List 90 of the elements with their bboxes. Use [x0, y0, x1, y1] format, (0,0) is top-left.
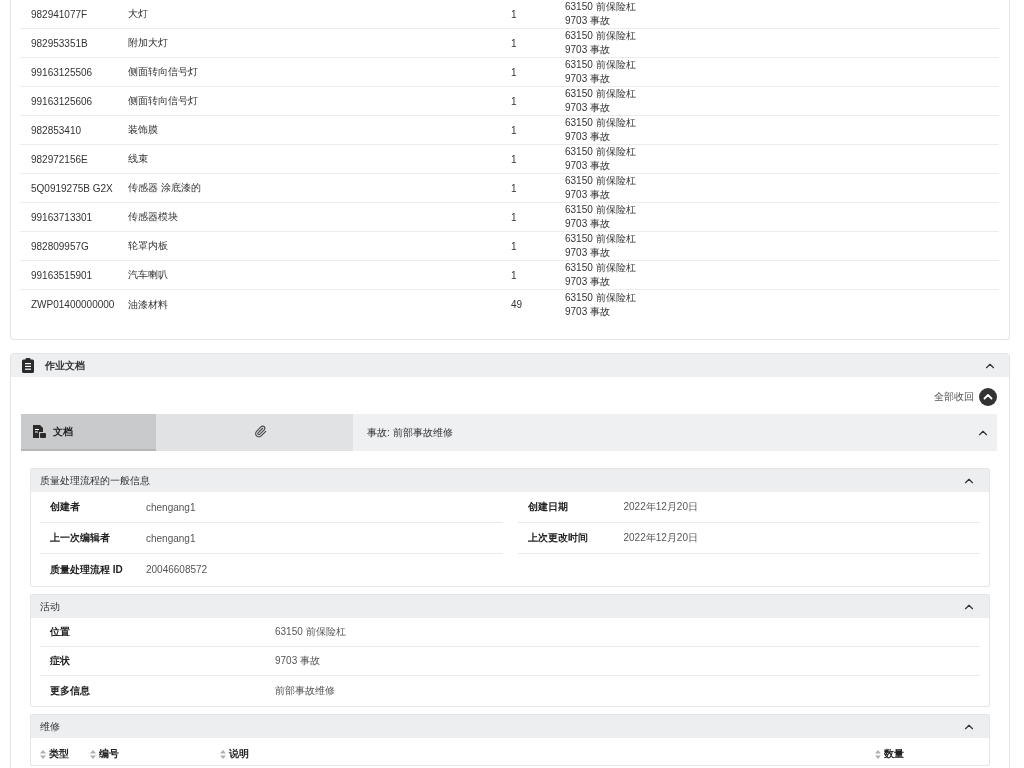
- table-cell-text: 油漆材料: [127, 297, 168, 312]
- table-cell-text: 1: [510, 240, 517, 252]
- panel-title: 维修: [40, 719, 60, 734]
- table-cell-text: 1: [510, 95, 517, 107]
- field-value: 9703 事故: [275, 654, 321, 668]
- table-cell-text: 传感器模块: [127, 210, 178, 224]
- collapse-all-button[interactable]: 全部收回: [934, 388, 997, 406]
- table-cell-text: 1: [510, 66, 517, 78]
- table-cell-text: 1: [510, 124, 517, 136]
- table-cell-text: 侧面转向信号灯: [127, 94, 198, 108]
- field-value: chengang1: [146, 532, 196, 544]
- table-cell-text: 982972156E: [30, 153, 88, 165]
- document-tab[interactable]: 文档: [21, 414, 156, 451]
- field-label: 症状: [50, 654, 70, 668]
- table-cell-text: 99163125506: [30, 66, 93, 78]
- column-header[interactable]: 说明: [220, 747, 249, 761]
- symptom-text: 9703 事故: [565, 188, 611, 202]
- sort-icon: [875, 749, 881, 759]
- symptom-text: 9703 事故: [565, 246, 611, 260]
- field-label: 创建日期: [527, 500, 568, 514]
- field-value: 2022年12月20日: [623, 500, 698, 514]
- table-cell-text: 982809957G: [30, 240, 89, 252]
- table-cell-text: 982853410: [30, 124, 82, 136]
- table-cell-text: 99163125606: [30, 95, 93, 107]
- symptom-text: 9703 事故: [565, 72, 611, 86]
- location-text: 63150 前保险杠: [565, 174, 636, 188]
- symptom-text: 9703 事故: [565, 43, 611, 57]
- field-label: 位置: [50, 625, 70, 639]
- document-icon: [33, 425, 46, 438]
- symptom-text: 9703 事故: [565, 130, 611, 144]
- table-cell-text: 附加大灯: [127, 36, 168, 50]
- symptom-text: 9703 事故: [565, 159, 611, 173]
- table-cell-text: 1: [510, 153, 517, 165]
- location-text: 63150 前保险杠: [565, 145, 636, 159]
- field-label: 质量处理流程 ID: [50, 562, 123, 577]
- symptom-text: 9703 事故: [565, 14, 611, 28]
- panel-title: 活动: [40, 599, 60, 614]
- table-cell-text: 装饰膜: [127, 123, 158, 137]
- field-label: 上一次编辑者: [50, 531, 110, 545]
- table-cell-text: 982953351B: [30, 37, 88, 49]
- location-text: 63150 前保险杠: [565, 261, 636, 275]
- panel-title: 质量处理流程的一般信息: [40, 473, 150, 488]
- table-cell-text: 1: [510, 37, 517, 49]
- field-value: 20046608572: [146, 564, 208, 575]
- location-text: 63150 前保险杠: [565, 116, 636, 130]
- table-cell-text: 传感器 涂底漆的: [127, 181, 201, 195]
- table-cell-text: 99163713301: [30, 211, 93, 223]
- field-value: chengang1: [146, 501, 196, 513]
- table-cell-text: 1: [510, 8, 517, 20]
- location-text: 63150 前保险杠: [565, 87, 636, 101]
- symptom-text: 9703 事故: [565, 101, 611, 115]
- table-cell-text: 轮罩内板: [127, 239, 168, 253]
- table-cell-text: 99163515901: [30, 269, 93, 281]
- table-cell-text: 1: [510, 269, 517, 281]
- field-label: 更多信息: [50, 683, 90, 698]
- location-text: 63150 前保险杠: [565, 0, 636, 14]
- table-cell-text: 大灯: [127, 7, 148, 21]
- table-cell-text: 1: [510, 182, 517, 194]
- sort-icon: [40, 749, 46, 759]
- location-text: 63150 前保险杠: [565, 203, 636, 217]
- symptom-text: 9703 事故: [565, 304, 611, 319]
- sort-icon: [220, 749, 226, 759]
- table-cell-text: ZWP01400000000: [30, 299, 115, 310]
- location-text: 63150 前保险杠: [565, 58, 636, 72]
- field-label: 创建者: [50, 500, 80, 514]
- field-label: 上次更改时间: [527, 531, 588, 545]
- table-cell-text: 5Q0919275B G2X: [30, 182, 113, 194]
- table-cell-text: 982941077F: [30, 8, 88, 20]
- symptom-text: 9703 事故: [565, 275, 611, 289]
- column-header[interactable]: 类型: [40, 747, 69, 761]
- table-cell-text: 49: [510, 299, 523, 310]
- table-cell-text: 1: [510, 211, 517, 223]
- sort-icon: [90, 749, 96, 759]
- table-cell-text: 汽车喇叭: [127, 268, 168, 282]
- case-title: 事故: 前部事故维修: [367, 425, 453, 440]
- table-cell-text: 线束: [127, 152, 148, 166]
- paperclip-icon: [254, 425, 267, 438]
- clipboard-icon: [22, 358, 34, 373]
- field-value: 2022年12月20日: [623, 531, 698, 545]
- location-text: 63150 前保险杠: [565, 290, 636, 305]
- column-header[interactable]: 数量: [875, 747, 904, 761]
- section-title: 作业文档: [45, 358, 85, 373]
- chevron-up-circle-icon: [979, 388, 997, 406]
- table-cell-text: 侧面转向信号灯: [127, 65, 198, 79]
- field-value: 63150 前保险杠: [275, 625, 346, 639]
- location-text: 63150 前保险杠: [565, 29, 636, 43]
- symptom-text: 9703 事故: [565, 217, 611, 231]
- field-value: 前部事故维修: [275, 683, 335, 698]
- column-header[interactable]: 编号: [90, 747, 119, 761]
- location-text: 63150 前保险杠: [565, 232, 636, 246]
